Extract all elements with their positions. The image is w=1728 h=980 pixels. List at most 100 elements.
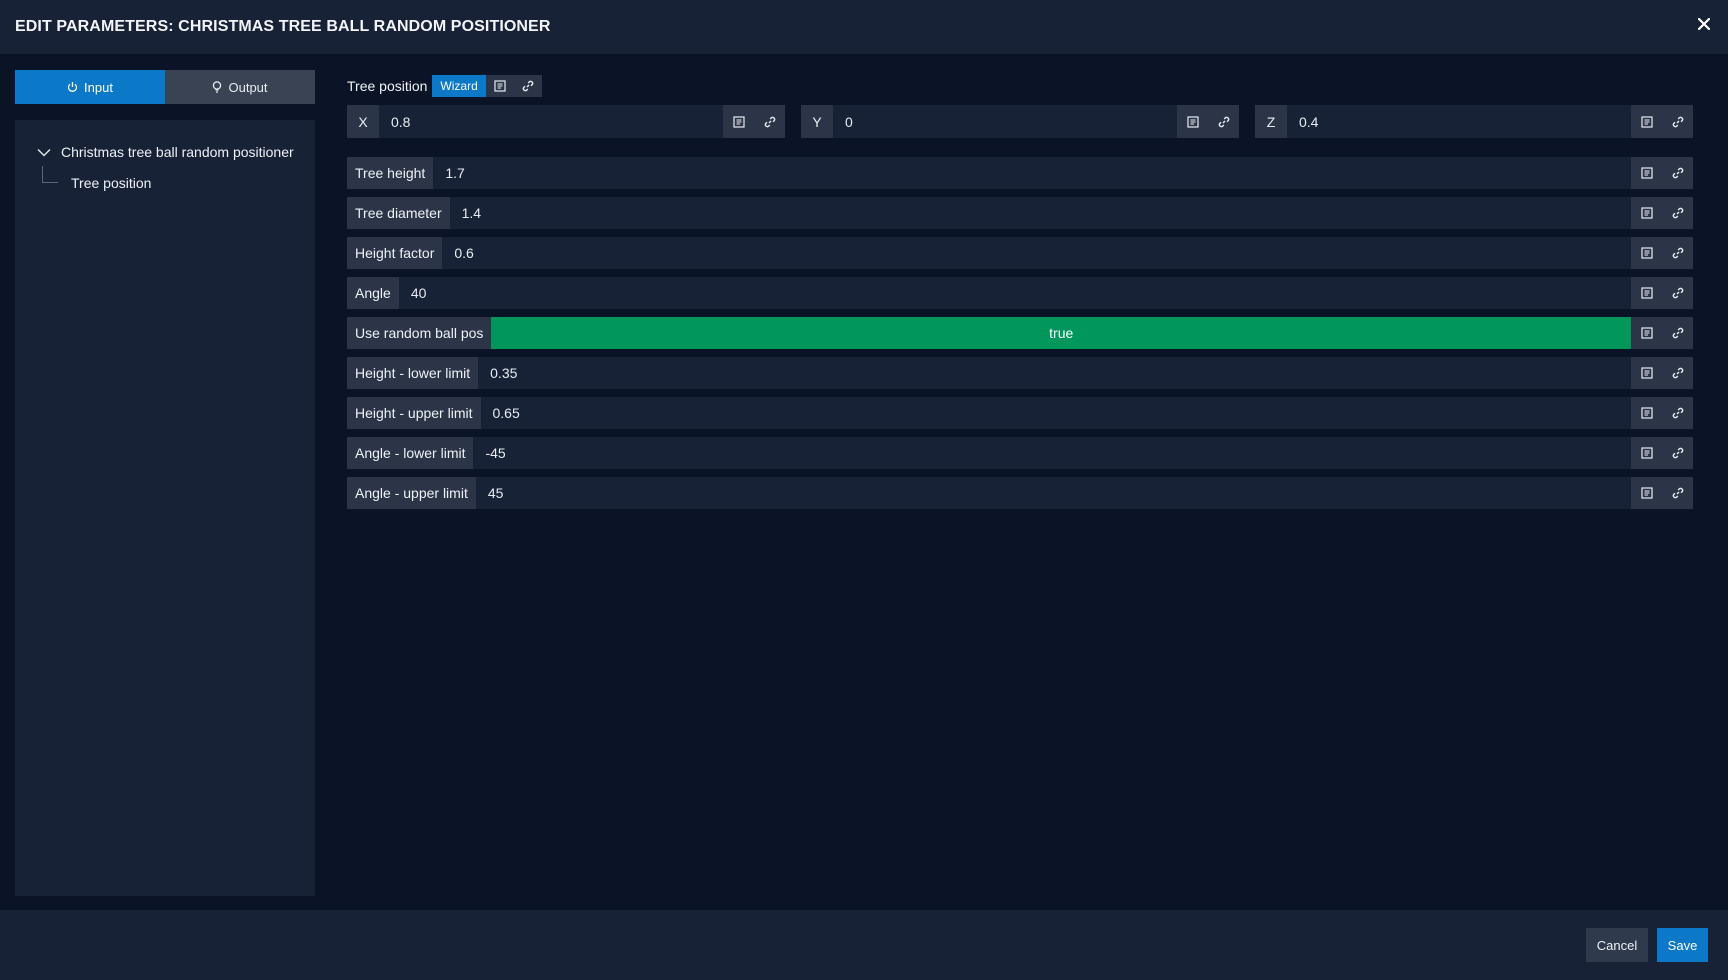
param-link-button[interactable] [1662,157,1693,189]
lightbulb-icon [213,80,222,93]
boolean-toggle[interactable]: true [491,317,1631,349]
x-link-button[interactable] [754,105,785,138]
param-label: Height - upper limit [347,397,481,429]
param-input[interactable]: 0.65 [481,397,1632,429]
tree-position-link-button[interactable] [513,75,542,97]
chevron-down-icon[interactable] [37,148,51,157]
xyz-row: X 0.8 Y 0 Z 0.4 [347,105,1693,138]
param-input[interactable]: 0.35 [478,357,1631,389]
param-list-button[interactable] [1631,157,1662,189]
z-field: Z 0.4 [1255,105,1693,138]
param-link-button[interactable] [1662,437,1693,469]
list-icon [1640,367,1653,379]
param-row-tree-height: Tree height 1.7 [347,157,1693,189]
param-list-button[interactable] [1631,397,1662,429]
param-link-button[interactable] [1662,197,1693,229]
link-icon [1672,327,1683,339]
close-icon [1698,18,1710,30]
link-icon [1672,116,1683,127]
param-label: Angle [347,277,399,309]
edit-parameters-modal: EDIT PARAMETERS: CHRISTMAS TREE BALL RAN… [0,0,1728,980]
param-row-angle: Angle 40 [347,277,1693,309]
tab-input[interactable]: Input [15,70,165,104]
x-input[interactable]: 0.8 [379,105,723,138]
link-icon [1672,207,1683,219]
param-list-button[interactable] [1631,197,1662,229]
param-link-button[interactable] [1662,357,1693,389]
y-label: Y [801,105,833,138]
x-list-button[interactable] [723,105,754,138]
y-list-button[interactable] [1177,105,1208,138]
x-actions [723,105,785,138]
tab-output-label: Output [228,79,268,95]
list-icon [1640,287,1653,299]
save-button[interactable]: Save [1657,928,1708,962]
param-link-button[interactable] [1662,277,1693,309]
param-list-button[interactable] [1631,317,1662,349]
param-row-tree-diameter: Tree diameter 1.4 [347,197,1693,229]
tree-position-label: Tree position [347,78,428,94]
link-icon [1672,167,1683,179]
param-link-button[interactable] [1662,397,1693,429]
param-row-angle-upper-limit: Angle - upper limit 45 [347,477,1693,509]
x-label: X [347,105,379,138]
y-field: Y 0 [801,105,1239,138]
cancel-button[interactable]: Cancel [1586,928,1648,962]
y-link-button[interactable] [1208,105,1239,138]
z-input[interactable]: 0.4 [1287,105,1631,138]
param-link-button[interactable] [1662,317,1693,349]
param-row-use-random-ball-pos: Use random ball pos true [347,317,1693,349]
param-label: Tree diameter [347,197,450,229]
param-list-button[interactable] [1631,237,1662,269]
list-icon [1640,407,1653,419]
link-icon [1672,447,1683,459]
tree-panel: Christmas tree ball random positioner Tr… [15,120,315,896]
io-tabs: Input Output [15,70,315,104]
param-row-height-factor: Height factor 0.6 [347,237,1693,269]
list-icon [1640,167,1653,179]
param-input[interactable]: 1.7 [433,157,1631,189]
param-input[interactable]: 45 [476,477,1631,509]
link-icon [1218,116,1229,127]
tree-root-label: Christmas tree ball random positioner [61,144,294,160]
tab-input-label: Input [84,79,113,95]
modal-body: Input Output Christmas tree ball random … [0,54,1728,910]
param-input[interactable]: 40 [399,277,1631,309]
param-link-button[interactable] [1662,477,1693,509]
wizard-button[interactable]: Wizard [432,75,486,97]
close-button[interactable] [1692,12,1716,36]
param-list-button[interactable] [1631,437,1662,469]
tree-child-item[interactable]: Tree position [71,175,151,191]
param-input[interactable]: 0.6 [442,237,1631,269]
param-link-button[interactable] [1662,237,1693,269]
param-label: Height factor [347,237,443,269]
y-input[interactable]: 0 [833,105,1177,138]
modal-footer: Cancel Save [0,910,1728,980]
list-icon [1640,207,1653,219]
list-icon [1640,247,1653,259]
param-input[interactable]: -45 [473,437,1631,469]
param-list-button[interactable] [1631,477,1662,509]
param-input[interactable]: 1.4 [450,197,1631,229]
modal-header: EDIT PARAMETERS: CHRISTMAS TREE BALL RAN… [0,0,1728,54]
list-icon [1640,115,1653,128]
x-field: X 0.8 [347,105,785,138]
link-icon [1672,367,1683,379]
param-row-height-upper-limit: Height - upper limit 0.65 [347,397,1693,429]
link-icon [522,80,534,92]
param-list-button[interactable] [1631,357,1662,389]
link-icon [1672,287,1683,299]
param-list-button[interactable] [1631,277,1662,309]
power-icon [67,82,78,92]
tree-position-list-button[interactable] [485,75,514,97]
link-icon [1672,247,1683,259]
param-label: Height - lower limit [347,357,479,389]
tab-output[interactable]: Output [165,70,315,104]
z-link-button[interactable] [1662,105,1693,138]
tree-position-header: Tree position Wizard [347,75,542,97]
z-list-button[interactable] [1631,105,1662,138]
list-icon [1186,115,1199,128]
link-icon [764,116,775,127]
param-label: Angle - lower limit [347,437,474,469]
tree-root-item[interactable]: Christmas tree ball random positioner [37,142,307,162]
